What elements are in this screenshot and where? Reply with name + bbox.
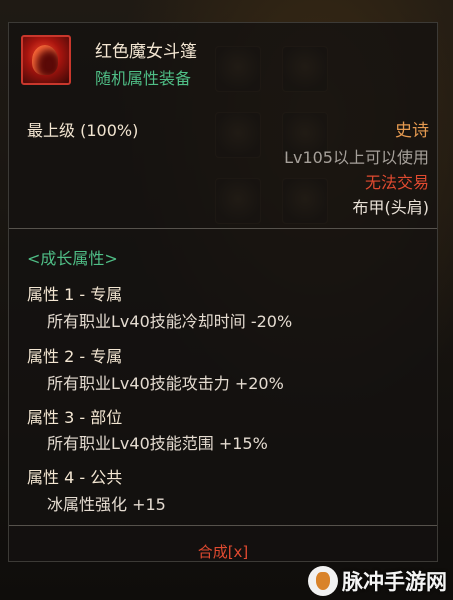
attribute-effect: 所有职业Lv40技能冷却时间 -20%: [47, 312, 293, 331]
item-grade: 最上级 (100%): [27, 121, 139, 140]
attribute-label: 属性 4 - 公共: [27, 468, 123, 487]
item-rarity: 史诗: [395, 121, 429, 141]
watermark-text: 脉冲手游网: [342, 570, 447, 594]
item-name: 红色魔女斗篷: [95, 42, 197, 62]
attribute-label: 属性 1 - 专属: [27, 285, 123, 304]
divider: [9, 525, 437, 526]
level-requirement: Lv105以上可以使用: [284, 148, 429, 167]
divider: [9, 228, 437, 229]
cloak-icon: [21, 35, 71, 85]
attribute-effect: 所有职业Lv40技能攻击力 +20%: [47, 374, 284, 393]
item-subtype: 随机属性装备: [95, 69, 192, 88]
site-logo-icon: [308, 566, 338, 596]
growth-header: <成长属性>: [27, 249, 118, 268]
item-slot: 布甲(头肩): [352, 198, 430, 217]
attribute-label: 属性 2 - 专属: [27, 347, 123, 366]
attribute-label: 属性 3 - 部位: [27, 408, 123, 427]
craft-link[interactable]: 合成[x]: [9, 541, 437, 562]
attribute-effect: 所有职业Lv40技能范围 +15%: [47, 434, 268, 453]
watermark: 脉冲手游网: [308, 566, 447, 596]
trade-status: 无法交易: [364, 173, 429, 192]
item-tooltip: 红色魔女斗篷 随机属性装备 最上级 (100%) 史诗 Lv105以上可以使用 …: [8, 22, 438, 562]
attribute-effect: 冰属性强化 +15: [47, 495, 166, 514]
